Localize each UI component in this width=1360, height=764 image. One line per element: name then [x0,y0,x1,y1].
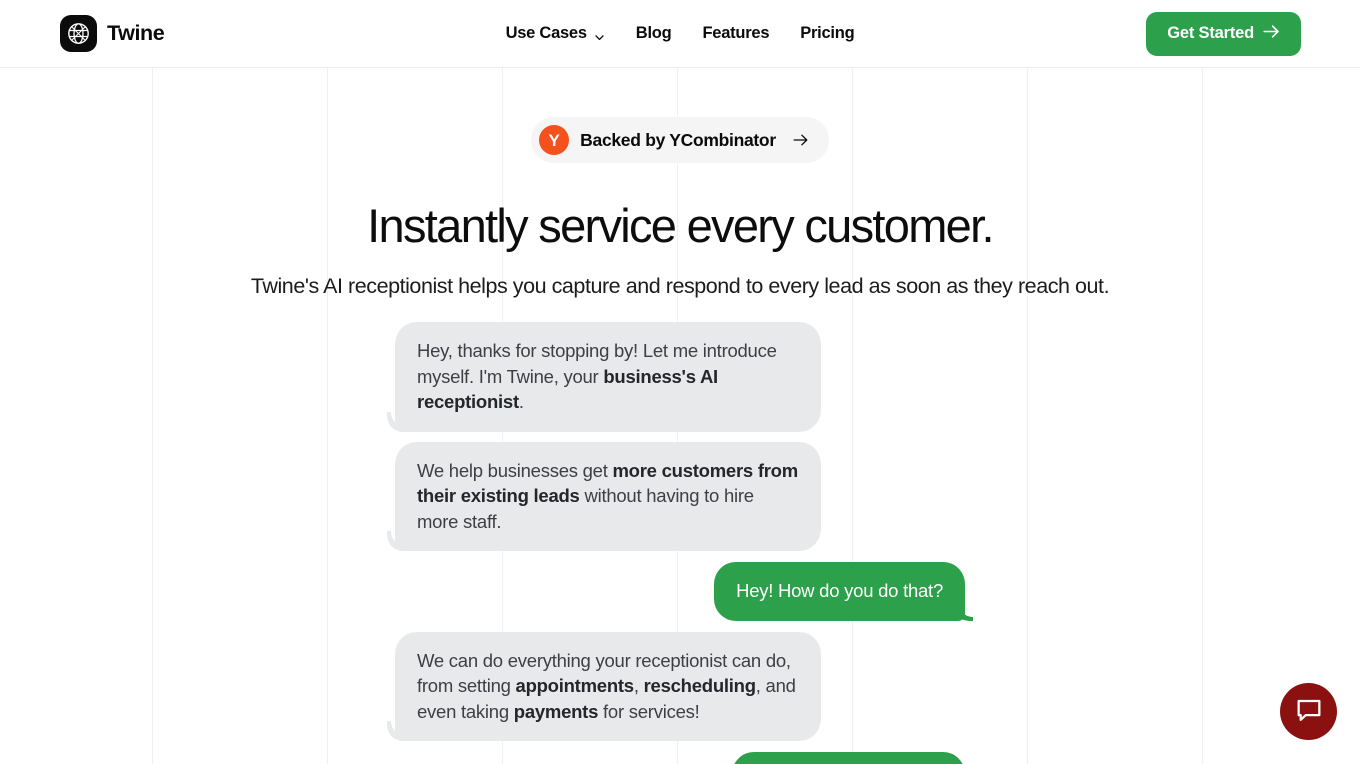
nav-item-label: Pricing [800,24,855,42]
chat-row: Hey! How do you do that? [395,562,965,621]
chat-gap [395,621,965,632]
chat-bubble-agent: We help businesses get more customers fr… [395,441,821,552]
chat-bubble-icon [1295,696,1323,727]
chat-widget-button[interactable] [1280,683,1337,740]
chat-transcript: Hey, thanks for stopping by! Let me intr… [395,322,965,764]
chat-gap [395,741,965,752]
get-started-button[interactable]: Get Started [1146,11,1301,56]
chat-text: . [518,391,524,413]
hero-section: Y Backed by YCombinator Instantly servic… [0,68,1360,299]
nav-item-use-cases[interactable]: Use Cases [506,24,605,43]
arrow-right-icon [1263,24,1280,44]
nav-item-label: Use Cases [505,24,587,42]
chat-text-emphasis: payments [513,700,599,722]
nav-item-label: Features [702,24,770,42]
chat-gap [395,551,965,562]
chat-row: Hey, thanks for stopping by! Let me intr… [395,322,965,432]
chat-text: We help businesses get [417,459,613,481]
chat-text-emphasis: rescheduling [643,675,756,697]
nav-item-label: Blog [635,24,672,42]
hero-subtitle: Twine's AI receptionist helps you captur… [250,273,1110,298]
chat-text-emphasis: appointments [515,675,635,697]
nav-item-blog[interactable]: Blog [636,24,672,43]
chat-gap [395,432,965,442]
chat-text: , [633,675,644,697]
arrow-right-icon [793,133,809,147]
chat-row: We help businesses get more customers fr… [395,441,965,552]
nav-item-pricing[interactable]: Pricing [800,24,854,43]
page-title: Instantly service every customer. [367,199,994,252]
site-header: Twine Use Cases Blog Features Pricing Ge… [0,0,1360,68]
page-root: Twine Use Cases Blog Features Pricing Ge… [0,0,1360,764]
chat-bubble-agent: Hey, thanks for stopping by! Let me intr… [395,322,821,432]
chat-text: Hey! How do you do that? [736,580,943,602]
chat-text: for services! [598,700,700,722]
chat-bubble-agent: We can do everything your receptionist c… [395,631,821,742]
chat-bubble-user: Hey! How do you do that? [714,562,965,621]
chat-text: Hey, thanks for stopping by! Let me intr… [417,340,777,387]
get-started-label: Get Started [1167,24,1254,42]
yc-backed-badge[interactable]: Y Backed by YCombinator [531,117,829,163]
chat-row: And this is all over text? [395,752,965,764]
chat-row: We can do everything your receptionist c… [395,631,965,742]
nav-item-features[interactable]: Features [702,24,769,43]
yc-badge-label: Backed by YCombinator [580,129,776,150]
chevron-down-icon [594,29,605,41]
chat-bubble-user: And this is all over text? [732,752,965,764]
ycombinator-icon: Y [539,125,570,155]
